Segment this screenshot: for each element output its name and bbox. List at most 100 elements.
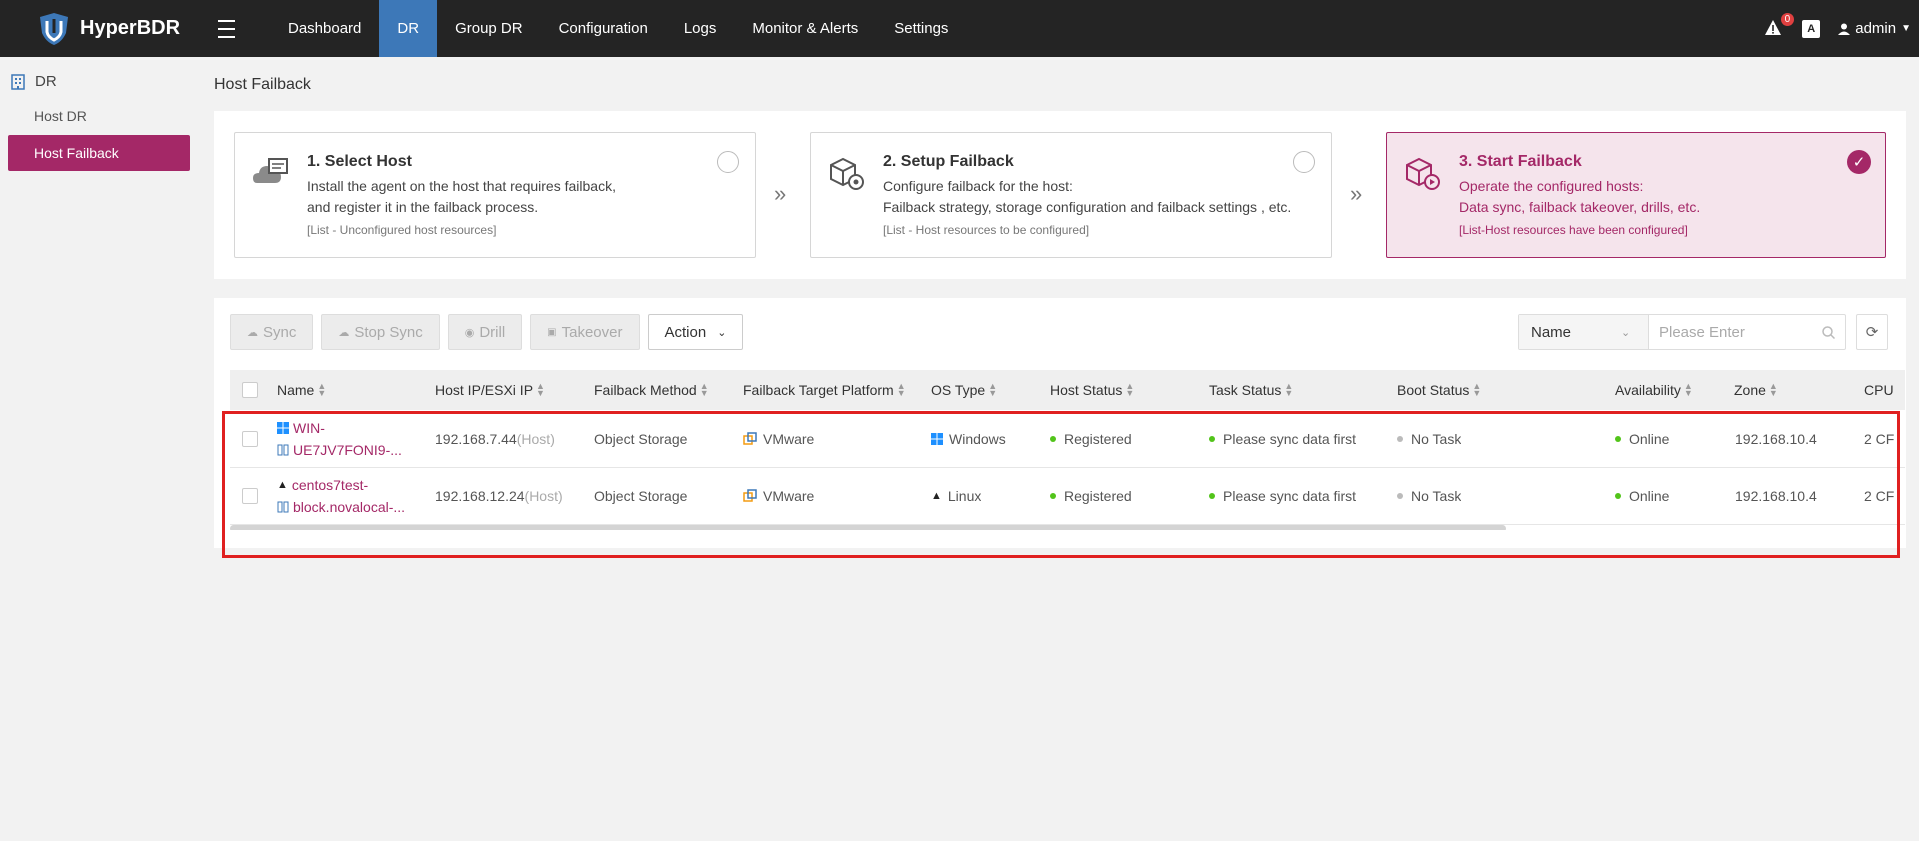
host-table-panel: ☁ Sync ☁ Stop Sync ◉ Drill ▣ Takeover Action…	[214, 298, 1906, 548]
col-label: Host Status	[1050, 382, 1123, 398]
boot-status-label: No Task	[1411, 431, 1462, 447]
alerts-button[interactable]: 0	[1764, 12, 1795, 39]
availability-label: Online	[1629, 431, 1670, 447]
nav-monitor-alerts[interactable]: Monitor & Alerts	[734, 0, 876, 57]
host-name-link[interactable]: ▲ centos7test- block.novalocal-...	[277, 468, 405, 524]
nav-group-dr[interactable]: Group DR	[437, 0, 541, 57]
col-header-zone[interactable]: Zone ▲ ▼	[1734, 370, 1778, 410]
status-dot	[1397, 436, 1403, 442]
warning-icon	[1765, 19, 1782, 35]
refresh-icon: ⟳	[1865, 324, 1879, 341]
search-field-select[interactable]: Name ⌄	[1519, 315, 1649, 349]
zone: 192.168.10.4	[1735, 488, 1817, 504]
col-header-ip[interactable]: Host IP/ESXi IP ▲ ▼	[435, 370, 545, 410]
task-status-label: Please sync data first	[1223, 488, 1357, 504]
row-checkbox[interactable]	[242, 468, 258, 524]
platform-label: VMware	[763, 431, 815, 447]
target-platform: VMware	[743, 468, 814, 524]
col-header-os[interactable]: OS Type ▲ ▼	[931, 370, 997, 410]
language-icon[interactable]: A	[1802, 19, 1821, 38]
box-play-icon	[1406, 157, 1440, 190]
step-start-failback[interactable]: 3. Start Failback Operate the configured…	[1386, 132, 1886, 258]
user-menu[interactable]: admin ▼	[1838, 20, 1911, 37]
nav-settings[interactable]: Settings	[876, 0, 966, 57]
host-table: Name ▲ ▼ Host IP/ESXi IP ▲ ▼ Failback Method…	[230, 370, 1905, 530]
col-header-cpu[interactable]: CPU	[1864, 370, 1894, 410]
sort-icon: ▲ ▼	[536, 381, 545, 398]
step-select-host[interactable]: 1. Select Host Install the agent on the …	[234, 132, 756, 258]
sidebar-group-dr[interactable]: DR	[0, 57, 198, 90]
col-header-host-status[interactable]: Host Status ▲ ▼	[1050, 370, 1134, 410]
availability: Online	[1615, 468, 1669, 524]
drill-button[interactable]: ◉ Drill	[447, 314, 523, 350]
search-field-label: Name	[1531, 323, 1572, 341]
chevron-down-icon: ⌄	[717, 326, 727, 339]
search-input[interactable]: Please Enter	[1649, 315, 1845, 349]
os-label: Linux	[947, 488, 982, 504]
horizontal-scrollbar[interactable]	[230, 525, 1506, 530]
stop-sync-label: Stop Sync	[354, 323, 423, 341]
boot-status: No Task	[1397, 468, 1461, 524]
sort-icon: ▲ ▼	[1683, 381, 1693, 398]
col-label: CPU	[1864, 382, 1894, 398]
col-label: Failback Target Platform	[743, 382, 894, 398]
menu-toggle-icon[interactable]	[218, 18, 246, 40]
step-radio[interactable]	[717, 151, 739, 173]
nav-logs[interactable]: Logs	[666, 0, 735, 57]
table-row[interactable]: ▲ centos7test- block.novalocal-... 192.16…	[230, 468, 1905, 525]
host-name-link[interactable]: WIN- UE7JV7FONI9-...	[277, 411, 402, 467]
nav-configuration[interactable]: Configuration	[541, 0, 666, 57]
ip-suffix: (Host)	[516, 431, 555, 447]
building-icon	[11, 73, 25, 90]
sidebar-item-host-failback[interactable]: Host Failback	[8, 135, 190, 171]
steps-panel: 1. Select Host Install the agent on the …	[214, 111, 1906, 279]
step-desc-line: and register it in the failback process.	[307, 199, 539, 215]
linux-icon: ▲	[931, 490, 942, 502]
col-header-method[interactable]: Failback Method ▲ ▼	[594, 370, 709, 410]
col-header-name[interactable]: Name ▲ ▼	[277, 370, 326, 410]
sort-icon: ▲ ▼	[317, 381, 327, 398]
row-checkbox[interactable]	[242, 411, 258, 467]
sidebar-item-host-dr[interactable]: Host DR	[8, 98, 190, 134]
os-type: Windows	[931, 411, 1006, 467]
table-row[interactable]: WIN- UE7JV7FONI9-... 192.168.7.44 (Host) …	[230, 411, 1905, 468]
step-description: Operate the configured hosts: Data sync,…	[1459, 176, 1700, 218]
host-status-label: Registered	[1064, 488, 1132, 504]
host-name-line: UE7JV7FONI9-...	[293, 442, 402, 458]
step-desc-line: Operate the configured hosts:	[1459, 178, 1644, 194]
col-header-task-status[interactable]: Task Status ▲ ▼	[1209, 370, 1293, 410]
col-header-platform[interactable]: Failback Target Platform ▲ ▼	[743, 370, 906, 410]
target-platform: VMware	[743, 411, 814, 467]
stop-sync-button[interactable]: ☁ Stop Sync	[321, 314, 440, 350]
takeover-button[interactable]: ▣ Takeover	[530, 314, 640, 350]
search-icon	[1822, 325, 1835, 339]
step-radio[interactable]	[1293, 151, 1315, 173]
select-all-checkbox[interactable]	[242, 370, 258, 410]
sort-icon: ▲ ▼	[1472, 381, 1482, 398]
nav-dr[interactable]: DR	[379, 0, 438, 57]
brand-logo[interactable]: HyperBDR	[0, 11, 212, 47]
step-title: 1. Select Host	[307, 153, 412, 170]
status-dot	[1615, 493, 1621, 499]
host-name-line: WIN-	[293, 420, 325, 436]
task-status-label: Please sync data first	[1223, 431, 1357, 447]
sort-icon: ▲ ▼	[699, 381, 709, 398]
box-gear-icon	[830, 157, 864, 190]
step-note: [List-Host resources have been configure…	[1459, 223, 1688, 237]
nav-dashboard[interactable]: Dashboard	[270, 0, 379, 57]
vmware-icon	[743, 489, 757, 503]
col-header-availability[interactable]: Availability ▲ ▼	[1615, 370, 1693, 410]
cloud-host-icon	[253, 158, 288, 183]
step-setup-failback[interactable]: 2. Setup Failback Configure failback for…	[810, 132, 1332, 258]
col-header-boot-status[interactable]: Boot Status ▲ ▼	[1397, 370, 1481, 410]
linux-icon: ▲	[277, 479, 288, 491]
sync-button[interactable]: ☁ Sync	[230, 314, 314, 350]
vmware-icon	[743, 432, 757, 446]
chevron-down-icon: ⌄	[1621, 326, 1631, 339]
host-status-label: Registered	[1064, 431, 1132, 447]
action-dropdown[interactable]: Action ⌄	[647, 314, 744, 350]
failback-method: Object Storage	[594, 488, 688, 504]
boot-status-label: No Task	[1411, 488, 1462, 504]
sort-icon: ▲ ▼	[896, 381, 906, 398]
refresh-button[interactable]: ⟳	[1856, 314, 1888, 350]
